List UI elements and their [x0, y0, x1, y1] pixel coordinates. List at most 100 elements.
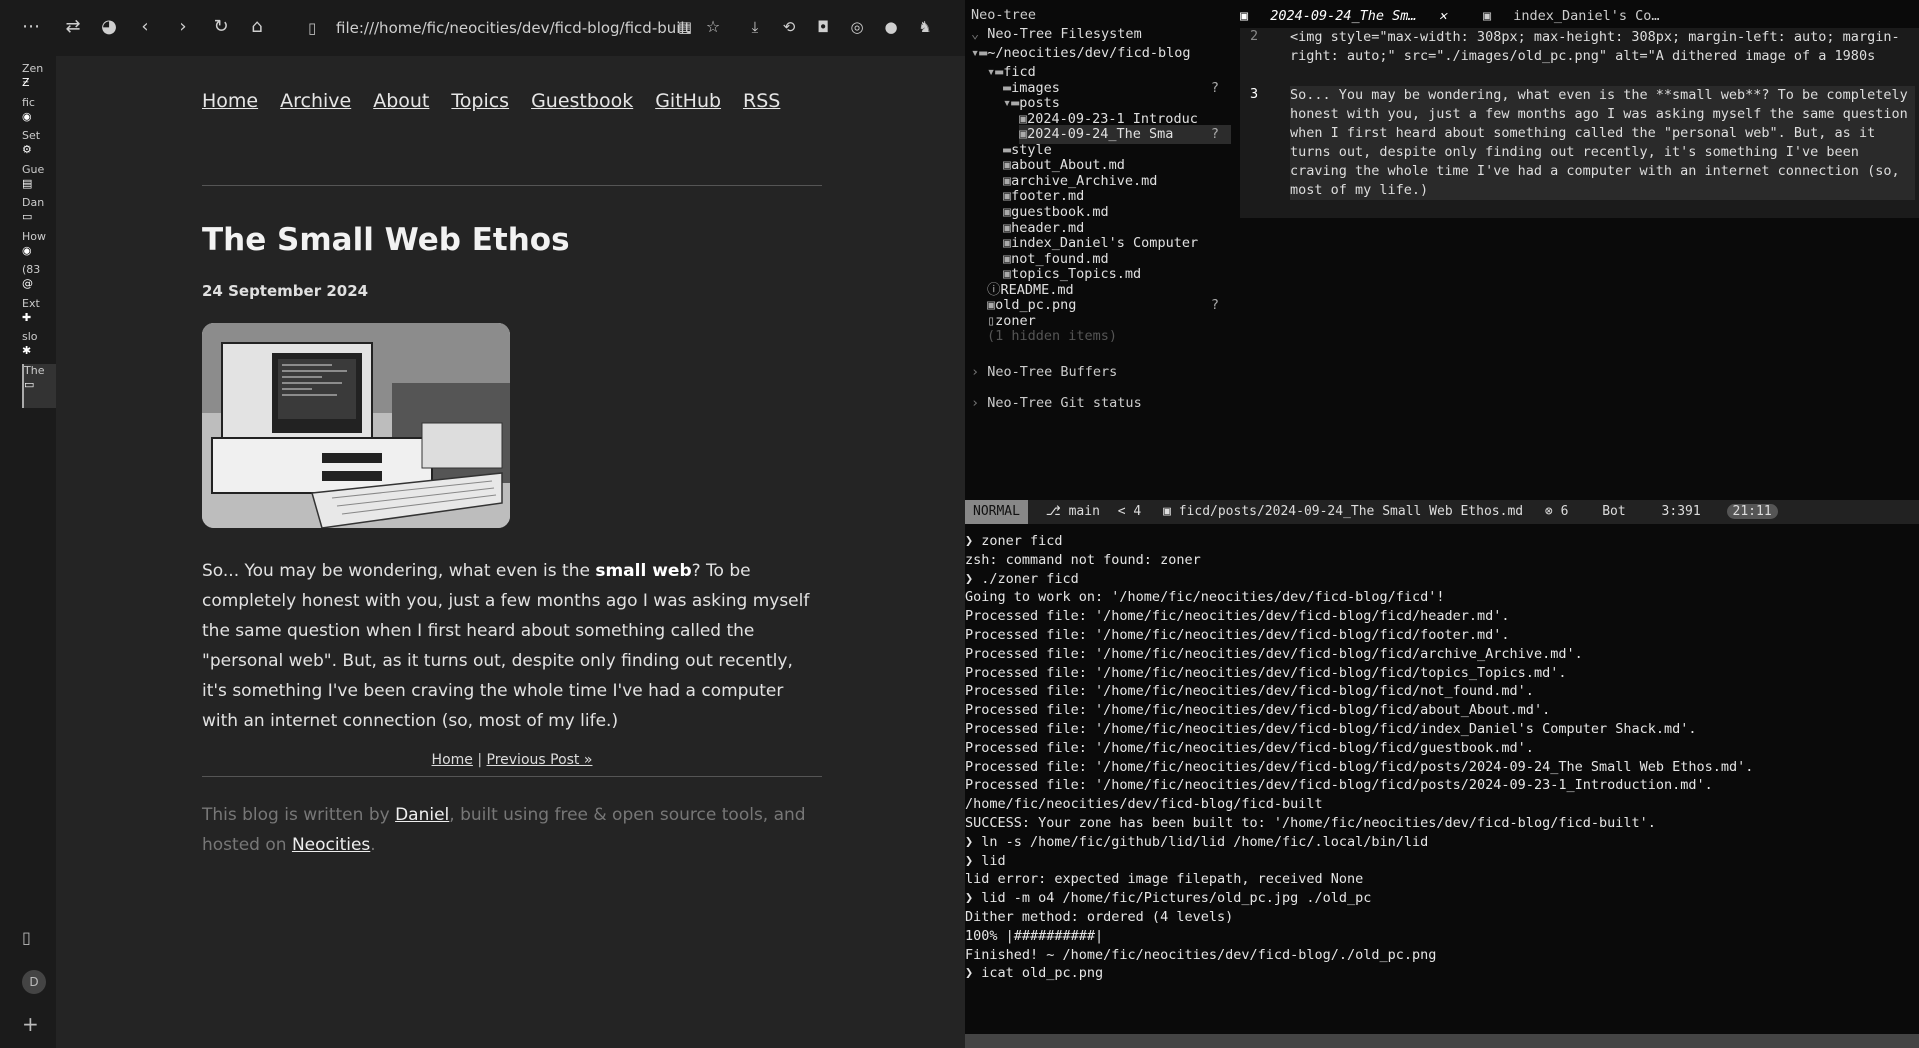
line-number: 2 — [1250, 28, 1259, 44]
tab-label: Ext — [22, 296, 40, 310]
download-icon[interactable]: ⤓ — [742, 14, 768, 40]
neo-tree-buffers-section[interactable]: › Neo-Tree Buffers — [971, 362, 1241, 382]
diagnostic-icon: ⊗ — [1544, 504, 1561, 519]
cat-icon[interactable]: ♞ — [912, 14, 938, 40]
shell-line: Processed file: '/home/fic/neocities/dev… — [965, 683, 1534, 700]
diagnostic-count: 6 — [1560, 504, 1569, 519]
extensions-icon[interactable]: ⟲ — [776, 14, 802, 40]
shell-line: ❯ icat old_pc.png — [965, 965, 1104, 982]
close-icon[interactable]: ✕ — [1439, 8, 1447, 24]
shell-line: ❯ zoner ficd — [965, 533, 1063, 549]
gear-icon: ⚙ — [22, 143, 32, 156]
code-area[interactable]: 2 <img style="max-width: 308px; max-heig… — [1240, 28, 1919, 218]
branch-icon: ⎇ — [1045, 504, 1069, 519]
reload-icon[interactable]: ↻ — [208, 14, 234, 40]
git-branch: main — [1068, 504, 1100, 519]
tab-label: The — [24, 363, 45, 377]
shield-icon[interactable]: ◘ — [810, 14, 836, 40]
nav-link-github[interactable]: GitHub — [655, 90, 721, 112]
nav-link-about[interactable]: About — [373, 90, 429, 112]
tree-item[interactable]: (1 hidden items) — [987, 327, 1231, 346]
forward-icon[interactable]: › — [170, 14, 196, 40]
shell-line: 100% |##########| — [965, 927, 1104, 944]
cursor-position: 3:391 — [1661, 504, 1701, 519]
neo-tree-git-section[interactable]: › Neo-Tree Git status — [971, 393, 1241, 413]
tab-label: (83 — [22, 263, 41, 276]
browser-toolbar: ⋯ ⇄ ◕ ‹ › ↻ ⌂ ▯ file:///home/fic/neociti… — [0, 0, 965, 56]
shell-line: ❯ lid -m o4 /home/fic/Pictures/old_pc.jp… — [965, 890, 1372, 907]
previous-post-link[interactable]: Previous Post » — [487, 752, 593, 768]
nav-link-archive[interactable]: Archive — [280, 90, 351, 112]
site-footer: This blog is written by Daniel, built us… — [202, 800, 822, 860]
firefox-icon[interactable]: ◕ — [96, 14, 122, 40]
tab-label: Dan — [22, 196, 45, 209]
post-text-start: So... You may be wondering, what even is… — [202, 561, 596, 581]
shell-line: Going to work on: '/home/fic/neocities/d… — [965, 589, 1445, 606]
git-status-label: Neo-Tree Git status — [987, 395, 1142, 411]
globe-icon[interactable]: ◎ — [844, 14, 870, 40]
shell-line: ❯ ln -s /home/fic/github/lid/lid /home/f… — [965, 833, 1429, 850]
folder-open-icon: ▾▬ — [971, 45, 988, 61]
more-icon[interactable]: ⋯ — [18, 14, 44, 40]
old-pc-image — [202, 323, 510, 528]
buffer-tab[interactable]: ▣ index_Daniel's Co… — [1483, 8, 1674, 24]
neo-tree-panel: Neo-tree ⌄ Neo-Tree Filesystem ▾▬~/neoci… — [965, 0, 1235, 500]
browser-tab[interactable]: The ▭ — [22, 363, 56, 408]
post-divider — [202, 776, 822, 777]
sidebar-icon[interactable]: ▯ — [22, 928, 52, 958]
vertical-tab-strip: Zen Ƶfic ◉ Set ⚙ Gue ▤ Dan ▭ How ◉ (83 @ Ext ✚ slo ✱ The ▭… — [0, 56, 56, 1048]
back-icon[interactable]: ‹ — [132, 14, 158, 40]
spiral-icon: ✱ — [22, 344, 32, 357]
url-bar[interactable]: ▯ file:///home/fic/neocities/dev/ficd-bl… — [300, 12, 730, 44]
puzzle-icon: ✚ — [22, 310, 32, 324]
code-line-3: So... You may be wondering, what even is… — [1290, 86, 1916, 200]
footer-author-link[interactable]: Daniel — [395, 805, 449, 825]
buffer-tabs: ▣ 2024-09-24_The Sm… ✕ ▣ index_Daniel's … — [1240, 8, 1688, 28]
addon-icon[interactable]: ● — [878, 14, 904, 40]
footer-host-link[interactable]: Neocities — [292, 835, 370, 855]
neo-tree-header: Neo-tree — [971, 7, 1037, 23]
shell-line: Finished! ~ /home/fic/neocities/dev/ficd… — [965, 946, 1437, 963]
clock: 21:11 — [1726, 504, 1778, 519]
web-page: Home Archive About Topics Guestbook GitHub RSS… — [56, 56, 965, 1048]
buffers-label: Neo-Tree Buffers — [987, 364, 1118, 380]
chevron-right-icon: › — [971, 364, 988, 380]
shell-line: Processed file: '/home/fic/neocities/dev… — [965, 739, 1534, 756]
neo-tree-root[interactable]: ▾▬~/neocities/dev/ficd-blog — [971, 44, 1190, 63]
shell-line: ❯ lid — [965, 852, 1006, 869]
profile-letter: D — [29, 975, 39, 989]
tab-label: Gue — [22, 162, 45, 176]
nav-divider — [202, 185, 822, 186]
nav-link-home[interactable]: Home — [202, 90, 258, 112]
shell-line: Processed file: '/home/fic/neocities/dev… — [965, 720, 1697, 737]
reader-icon[interactable]: ▤ — [672, 14, 698, 40]
shell-line: Processed file: '/home/fic/neocities/dev… — [965, 608, 1510, 625]
page-icon: ▭ — [22, 210, 33, 223]
chevron-down-icon: ⌄ — [971, 26, 988, 42]
buffer-tab-active[interactable]: ▣ 2024-09-24_The Sm… ✕ — [1240, 8, 1461, 24]
tab-label: Zen — [22, 62, 44, 75]
tab-label: How — [22, 229, 46, 243]
scroll-position: Bot — [1602, 504, 1626, 519]
root-path: ~/neocities/dev/ficd-blog — [987, 45, 1191, 61]
swap-icon[interactable]: ⇄ — [60, 14, 86, 40]
shell-line: Processed file: '/home/fic/neocities/dev… — [965, 758, 1754, 775]
mode-indicator: NORMAL — [965, 500, 1028, 524]
markdown-icon: ▣ — [1240, 8, 1257, 24]
terminal-window: Neo-tree ⌄ Neo-Tree Filesystem ▾▬~/neoci… — [965, 0, 1919, 1048]
site-nav: Home Archive About Topics Guestbook GitHub RSS — [202, 90, 822, 132]
footer-text-end: . — [370, 835, 376, 855]
url-text: file:///home/fic/neocities/dev/ficd-blog… — [336, 19, 691, 37]
profile-icon[interactable]: D — [22, 970, 46, 994]
shell-output[interactable]: ❯ zoner ficd zsh: command not found: zone… — [965, 532, 1919, 1042]
home-icon[interactable]: ⌂ — [244, 14, 270, 40]
zen-icon: Ƶ — [22, 76, 30, 89]
add-icon[interactable]: + — [22, 1012, 52, 1042]
shell-line: ❯ ./zoner ficd — [965, 570, 1079, 587]
nav-link-rss[interactable]: RSS — [743, 90, 780, 112]
nav-link-topics[interactable]: Topics — [451, 90, 509, 112]
nav-link-guestbook[interactable]: Guestbook — [531, 90, 633, 112]
buffer-tab-label: index_Daniel's Co… — [1513, 8, 1660, 24]
post-nav-home-link[interactable]: Home — [432, 752, 473, 768]
bookmark-icon[interactable]: ☆ — [700, 14, 726, 40]
